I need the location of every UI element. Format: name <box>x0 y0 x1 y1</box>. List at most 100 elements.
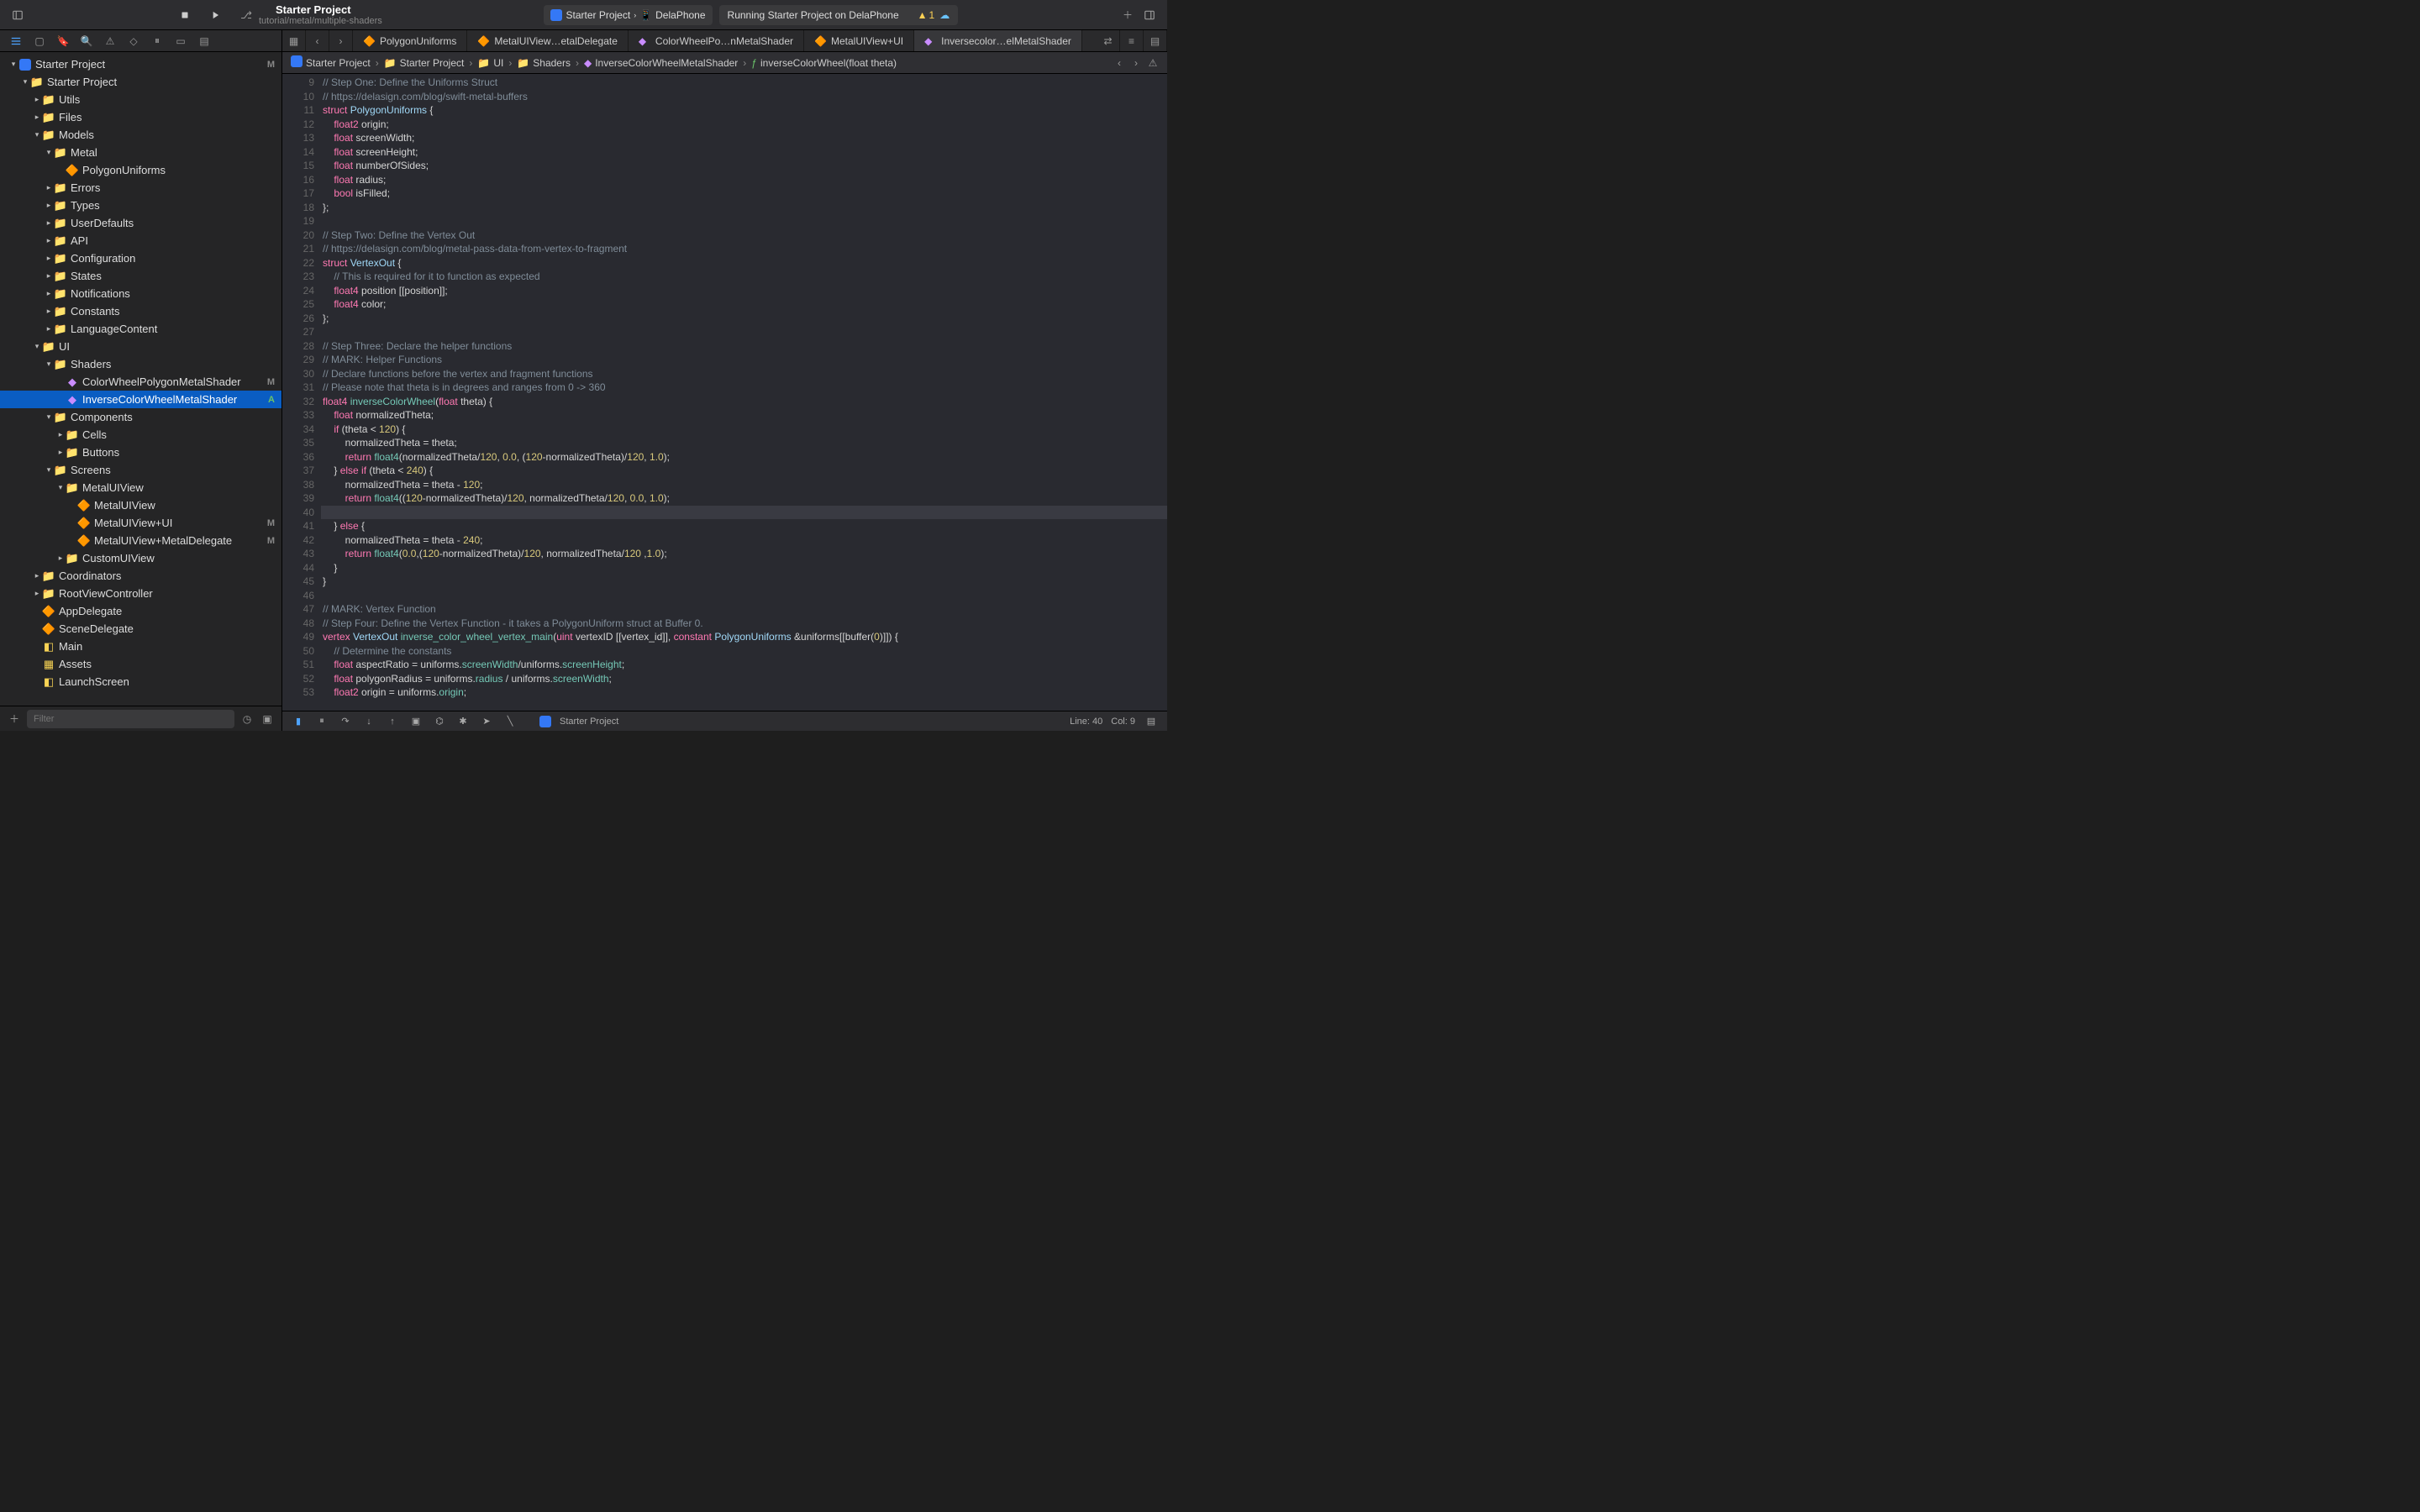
navigator-item[interactable]: ▸📁Buttons <box>0 444 281 461</box>
breadcrumb-item[interactable]: ƒinverseColorWheel(float theta) <box>750 57 898 69</box>
editor-tab[interactable]: 🔶MetalUIView+UI <box>804 30 914 51</box>
navigator-item[interactable]: ▸📁Constants <box>0 302 281 320</box>
navigator-item[interactable]: 🔶PolygonUniforms <box>0 161 281 179</box>
debug-tab[interactable]: ⏸ <box>150 34 165 49</box>
editor-tab[interactable]: 🔶PolygonUniforms <box>353 30 467 51</box>
disclosure-icon[interactable]: ▾ <box>44 360 54 369</box>
navigator-item[interactable]: ▾📁Models <box>0 126 281 144</box>
code-line[interactable]: normalizedTheta = theta - 120; <box>321 478 1167 492</box>
disclosure-icon[interactable]: ▸ <box>44 218 54 228</box>
disclosure-icon[interactable]: ▸ <box>44 324 54 333</box>
disclosure-icon[interactable]: ▸ <box>44 307 54 316</box>
scheme-selector[interactable]: Starter Project › 📱 DelaPhone <box>544 5 712 25</box>
navigator-item[interactable]: ▸📁API <box>0 232 281 249</box>
add-editor-icon[interactable]: ▤ <box>1144 30 1167 51</box>
navigator-item[interactable]: ▾Starter ProjectM <box>0 55 281 73</box>
disclosure-icon[interactable]: ▸ <box>44 289 54 298</box>
breadcrumb-item[interactable]: 📁UI <box>476 57 505 69</box>
code-line[interactable]: float4 color; <box>321 297 1167 312</box>
code-line[interactable]: vertex VertexOut inverse_color_wheel_ver… <box>321 630 1167 644</box>
code-line[interactable]: bool isFilled; <box>321 186 1167 201</box>
library-icon[interactable] <box>1142 8 1157 23</box>
navigator-item[interactable]: 🔶SceneDelegate <box>0 620 281 638</box>
code-line[interactable]: float4 inverseColorWheel(float theta) { <box>321 395 1167 409</box>
disclosure-icon[interactable]: ▾ <box>44 148 54 157</box>
navigator-item[interactable]: ▸📁UserDefaults <box>0 214 281 232</box>
disclosure-icon[interactable]: ▸ <box>32 589 42 598</box>
navigator-item[interactable]: ▾📁MetalUIView <box>0 479 281 496</box>
breakpoints-tab[interactable]: ▭ <box>173 34 188 49</box>
navigator-item[interactable]: 🔶MetalUIView+UIM <box>0 514 281 532</box>
navigator-item[interactable]: ▦Assets <box>0 655 281 673</box>
code-line[interactable]: normalizedTheta = theta - 240; <box>321 533 1167 548</box>
navigator-item[interactable]: ▸📁Types <box>0 197 281 214</box>
breadcrumb-item[interactable]: Starter Project <box>289 55 372 70</box>
code-line[interactable]: // Determine the constants <box>321 644 1167 659</box>
warning-badge[interactable]: ▲ 1 <box>918 9 935 21</box>
bookmarks-tab[interactable]: 🔖 <box>55 34 71 49</box>
issue-warning-icon[interactable]: ⚠ <box>1145 55 1160 71</box>
code-line[interactable]: }; <box>321 201 1167 215</box>
disclosure-icon[interactable]: ▸ <box>32 95 42 104</box>
editor-tab[interactable]: ◆Inversecolor…elMetalShader <box>914 30 1082 51</box>
navigator-item[interactable]: ◆ColorWheelPolygonMetalShaderM <box>0 373 281 391</box>
code-line[interactable]: } <box>321 561 1167 575</box>
code-editor[interactable]: 9101112131415161718192021222324252627282… <box>282 74 1167 711</box>
code-line[interactable]: } else if (theta < 240) { <box>321 464 1167 478</box>
disclosure-icon[interactable]: ▸ <box>44 254 54 263</box>
add-file-icon[interactable]: ＋ <box>7 711 22 727</box>
code-line[interactable] <box>321 506 1167 520</box>
view-debug-icon[interactable]: ▣ <box>408 714 424 729</box>
code-line[interactable]: // Please note that theta is in degrees … <box>321 381 1167 395</box>
editor-tab[interactable]: ◆ColorWheelPo…nMetalShader <box>629 30 804 51</box>
code-line[interactable]: // Step Four: Define the Vertex Function… <box>321 617 1167 631</box>
navigator-item[interactable]: ▸📁Utils <box>0 91 281 108</box>
location-icon[interactable]: ➤ <box>479 714 494 729</box>
navigator-item[interactable]: ▾📁Shaders <box>0 355 281 373</box>
breadcrumb-item[interactable]: ◆InverseColorWheelMetalShader <box>582 57 739 69</box>
navigator-item[interactable]: ▸📁Notifications <box>0 285 281 302</box>
prev-issue-icon[interactable]: ‹ <box>1112 55 1127 71</box>
code-line[interactable]: float numberOfSides; <box>321 159 1167 173</box>
navigator-item[interactable]: ▸📁Configuration <box>0 249 281 267</box>
navigator-item[interactable]: ◧Main <box>0 638 281 655</box>
review-changes-icon[interactable]: ⇄ <box>1097 30 1120 51</box>
navigator-item[interactable]: ▸📁Files <box>0 108 281 126</box>
navigator-item[interactable]: ▸📁Cells <box>0 426 281 444</box>
filter-input[interactable] <box>27 710 234 728</box>
stop-button[interactable] <box>173 5 197 25</box>
disclosure-icon[interactable]: ▸ <box>44 236 54 245</box>
code-line[interactable] <box>321 589 1167 603</box>
code-line[interactable]: // Step One: Define the Uniforms Struct <box>321 76 1167 90</box>
ruler-icon[interactable]: ╲ <box>502 714 518 729</box>
project-navigator-tab[interactable] <box>8 34 24 49</box>
disclosure-icon[interactable]: ▸ <box>32 571 42 580</box>
step-over-icon[interactable]: ↷ <box>338 714 353 729</box>
navigator-item[interactable]: ▾📁UI <box>0 338 281 355</box>
code-line[interactable]: float screenHeight; <box>321 145 1167 160</box>
navigator-item[interactable]: 🔶MetalUIView+MetalDelegateM <box>0 532 281 549</box>
scm-filter-icon[interactable]: ▣ <box>260 711 275 727</box>
disclosure-icon[interactable]: ▾ <box>32 130 42 139</box>
code-line[interactable]: // MARK: Helper Functions <box>321 353 1167 367</box>
code-line[interactable]: // Declare functions before the vertex a… <box>321 367 1167 381</box>
navigator-item[interactable]: ▸📁Errors <box>0 179 281 197</box>
navigator-item[interactable]: ▾📁Starter Project <box>0 73 281 91</box>
navigator-item[interactable]: ▸📁RootViewController <box>0 585 281 602</box>
code-line[interactable]: }; <box>321 312 1167 326</box>
code-line[interactable]: float normalizedTheta; <box>321 408 1167 423</box>
next-issue-icon[interactable]: › <box>1128 55 1144 71</box>
reports-tab[interactable]: ▤ <box>197 34 212 49</box>
code-line[interactable]: float aspectRatio = uniforms.screenWidth… <box>321 658 1167 672</box>
code-line[interactable]: float polygonRadius = uniforms.radius / … <box>321 672 1167 686</box>
navigator-item[interactable]: ▾📁Screens <box>0 461 281 479</box>
disclosure-icon[interactable]: ▸ <box>55 554 66 563</box>
code-line[interactable]: return float4((120-normalizedTheta)/120,… <box>321 491 1167 506</box>
disclosure-icon[interactable]: ▾ <box>55 483 66 492</box>
code-line[interactable]: float radius; <box>321 173 1167 187</box>
navigator-item[interactable]: ▸📁States <box>0 267 281 285</box>
run-button[interactable] <box>203 5 227 25</box>
navigator-item[interactable]: ▸📁CustomUIView <box>0 549 281 567</box>
code-line[interactable]: float screenWidth; <box>321 131 1167 145</box>
disclosure-icon[interactable]: ▸ <box>32 113 42 122</box>
